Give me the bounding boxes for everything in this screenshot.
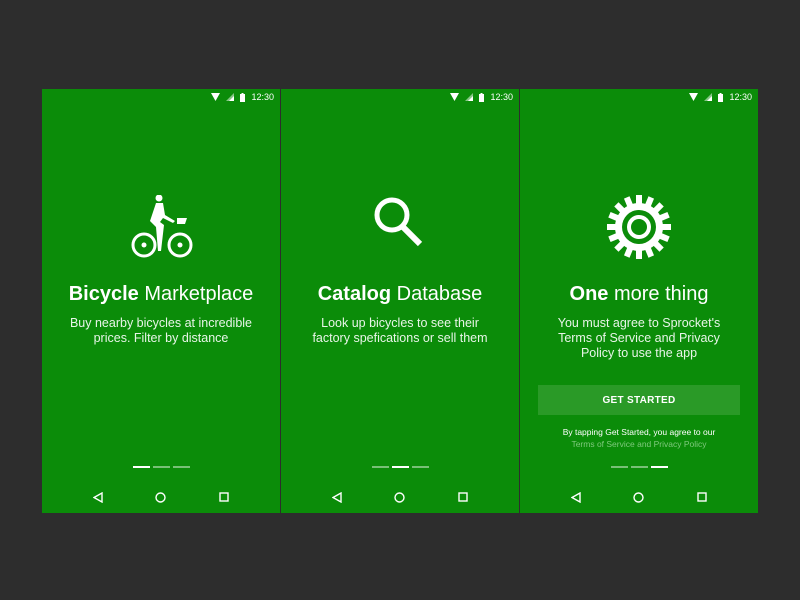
onboarding-screen-3[interactable]: 12:30 One more thing You must agree to S… (520, 89, 758, 513)
title-bold: Bicycle (68, 283, 139, 305)
home-icon[interactable] (155, 491, 167, 503)
status-bar: 12:30 (450, 92, 513, 102)
page-dot[interactable] (172, 466, 190, 468)
onboarding-screen-1[interactable]: 12:30 Bicycle Marketplace Buy nearby bic… (42, 89, 280, 513)
status-time: 12:30 (729, 92, 752, 102)
status-time: 12:30 (251, 92, 274, 102)
status-time: 12:30 (490, 92, 513, 102)
status-bar: 12:30 (211, 92, 274, 102)
page-dot[interactable] (371, 466, 389, 468)
back-icon[interactable] (93, 491, 103, 503)
wifi-icon (450, 93, 460, 101)
get-started-button[interactable]: GET STARTED (538, 385, 740, 415)
page-dot[interactable] (630, 466, 648, 468)
terms-link[interactable]: Terms of Service and Privacy Policy (520, 438, 758, 450)
title-bold: One (569, 283, 609, 305)
screen-description: Buy nearby bicycles at incredible prices… (69, 316, 253, 345)
back-icon[interactable] (332, 491, 342, 503)
onboarding-screen-2[interactable]: 12:30 Catalog Database Look up bicycles … (281, 89, 519, 513)
signal-icon (704, 93, 713, 101)
agreement-text: By tapping Get Started, you agree to our… (520, 426, 758, 450)
title-bold: Catalog (317, 283, 392, 305)
wifi-icon (211, 93, 221, 101)
nav-bar (42, 489, 280, 505)
agree-text: By tapping Get Started, you agree to our (562, 427, 716, 437)
page-dot[interactable] (411, 466, 429, 468)
page-indicator (42, 466, 280, 468)
page-indicator (281, 466, 519, 468)
title-rest: more thing (608, 283, 709, 305)
bicycle-icon (42, 195, 280, 259)
home-icon[interactable] (633, 491, 645, 503)
search-icon (281, 195, 519, 259)
page-indicator (520, 466, 758, 468)
title-rest: Database (391, 283, 483, 305)
signal-icon (465, 93, 474, 101)
status-bar: 12:30 (689, 92, 752, 102)
screen-title: Bicycle Marketplace (42, 283, 280, 306)
home-icon[interactable] (394, 491, 406, 503)
recents-icon[interactable] (697, 492, 707, 502)
page-dot[interactable] (391, 466, 409, 468)
nav-bar (281, 489, 519, 505)
screen-title: Catalog Database (281, 283, 519, 306)
wifi-icon (689, 93, 699, 101)
screen-title: One more thing (520, 283, 758, 306)
page-dot[interactable] (650, 466, 668, 468)
page-dot[interactable] (152, 466, 170, 468)
screen-description: You must agree to Sprocket's Terms of Se… (557, 316, 721, 360)
gear-icon (520, 195, 758, 259)
nav-bar (520, 489, 758, 505)
title-rest: Marketplace (138, 283, 254, 305)
recents-icon[interactable] (458, 492, 468, 502)
battery-icon (240, 92, 246, 102)
battery-icon (718, 92, 724, 102)
page-dot[interactable] (610, 466, 628, 468)
signal-icon (226, 93, 235, 101)
page-dot[interactable] (132, 466, 150, 468)
recents-icon[interactable] (219, 492, 229, 502)
screen-description: Look up bicycles to see their factory sp… (312, 316, 488, 345)
back-icon[interactable] (571, 491, 581, 503)
battery-icon (479, 92, 485, 102)
